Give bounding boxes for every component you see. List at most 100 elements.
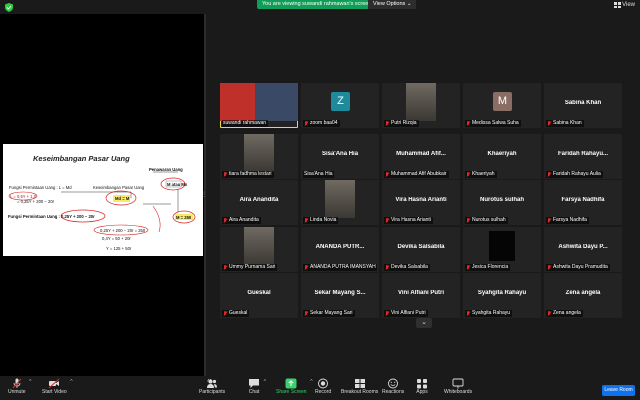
participant-name: Aira Anandita (229, 217, 259, 223)
participant-name: tiara fadhma lestari (229, 171, 272, 177)
mic-muted-icon (547, 121, 551, 126)
whiteboard-icon (452, 378, 464, 389)
next-page-chevron-icon[interactable]: ⌄ (416, 318, 432, 328)
participant-display-name: Aira Anandita (239, 197, 279, 203)
participant-name-label: Sabina Khan (546, 120, 584, 127)
participant-name-label: Ashwita Dayu Pramudita (546, 264, 610, 271)
participant-tile[interactable]: suwandi rahmawan (220, 83, 298, 128)
participant-display-name: Gueskal (247, 290, 271, 296)
start-video-label: Start Video (42, 389, 67, 395)
participant-tile[interactable]: Ashwita Dayu P... Ashwita Dayu Pramudita (544, 227, 622, 272)
participant-tile[interactable]: Zzoom baa04 (301, 83, 379, 128)
participant-display-name: Zena angela (565, 290, 601, 296)
apps-icon (417, 379, 427, 389)
participants-button[interactable]: 41 Participants (199, 378, 225, 395)
participant-name: Sabina Khan (553, 120, 582, 126)
apps-label: Apps (416, 389, 428, 395)
mic-muted-icon (385, 311, 389, 316)
participant-tile[interactable]: Vini Alfiani Putri Vini Alfiani Putri (382, 273, 460, 318)
participant-tile[interactable]: tiara fadhma lestari (220, 134, 298, 179)
participant-name: Vini Alfiani Putri (391, 310, 426, 316)
participant-name: Khaeriyah (472, 171, 495, 177)
mic-muted-icon (385, 265, 389, 270)
participant-tile[interactable]: Sisa'Ana Hia Sisa'Ana Hia (301, 134, 379, 179)
participant-tile[interactable]: M Medissa Salwa Suha (463, 83, 541, 128)
chevron-up-icon[interactable]: ^ (70, 379, 72, 385)
reactions-button[interactable]: Reactions (382, 378, 404, 395)
mic-muted-icon (304, 265, 308, 270)
participant-name-label: Khaeriyah (465, 171, 497, 178)
chat-label: Chat (248, 389, 260, 395)
participant-name: Farsya Nadhifa (553, 217, 587, 223)
participant-tile[interactable]: Jesica Florencia (463, 227, 541, 272)
participant-tile[interactable]: Syahgita Rahayu Syahgita Rahayu (463, 273, 541, 318)
breakout-rooms-label: Breakout Rooms (341, 389, 379, 395)
participant-tile[interactable]: Nurotus sulhah Nurotus sulhah (463, 180, 541, 225)
participant-tile[interactable]: Ummy Purnama Sari (220, 227, 298, 272)
mic-muted-icon (385, 121, 389, 126)
participant-tile[interactable]: Khaeriyah Khaeriyah (463, 134, 541, 179)
participant-name: Ummy Purnama Sari (229, 264, 276, 270)
mic-muted-icon (223, 172, 227, 177)
participant-name-label: suwandi rahmawan (222, 120, 269, 127)
participant-tile[interactable]: Vira Hasna Arianti Vira Hasna Arianti (382, 180, 460, 225)
participant-tile[interactable]: Gueskal Gueskal (220, 273, 298, 318)
view-button[interactable]: View (614, 2, 635, 8)
chevron-up-icon[interactable]: ^ (29, 379, 31, 385)
participant-tile[interactable]: Putri Rizqia (382, 83, 460, 128)
avatar: Z (331, 92, 350, 111)
participant-display-name: ANANDA PUTR... (315, 244, 365, 250)
participant-name-label: Putri Rizqia (384, 120, 419, 127)
start-video-button[interactable]: ^ Start Video (42, 378, 73, 395)
participant-tile[interactable]: Faridah Rahayu... Faridah Rahayu Aulia (544, 134, 622, 179)
mic-muted-icon (466, 172, 470, 177)
mic-muted-icon (547, 265, 551, 270)
chat-button[interactable]: ^ Chat (248, 378, 266, 395)
participant-name-label: Devika Salsabila (384, 264, 430, 271)
apps-button[interactable]: Apps (416, 378, 428, 395)
profile-photo (325, 180, 355, 218)
participant-tile[interactable]: Devika Salsabila Devika Salsabila (382, 227, 460, 272)
share-screen-button[interactable]: ^ Share Screen (276, 378, 313, 395)
mic-muted-icon (12, 378, 22, 389)
participant-display-name: Ashwita Dayu P... (558, 244, 608, 250)
participant-tile[interactable]: Linda Novia (301, 180, 379, 225)
participant-tile[interactable]: Muhammad Afif... Muhammad Afif Abubkair (382, 134, 460, 179)
chevron-up-icon[interactable]: ^ (264, 379, 266, 385)
participant-name: Muhammad Afif Abubkair (391, 171, 447, 177)
participants-count: 41 (207, 378, 213, 383)
participant-tile[interactable]: Sekar Mayang S... Sekar Mayang Sari (301, 273, 379, 318)
participant-display-name: Sisa'Ana Hia (321, 151, 359, 157)
participant-name-label: Farsya Nadhifa (546, 217, 589, 224)
participant-name-label: Linda Novia (303, 217, 339, 224)
slide-text: Penawaran Uang (149, 167, 183, 172)
viewing-screen-banner: You are viewing suwandi rahmawan's scree… (257, 0, 377, 9)
unmute-button[interactable]: ^ Unmute (8, 378, 32, 395)
breakout-rooms-icon (354, 379, 365, 388)
shared-slide: Keseimbangan Pasar Uang Fungsi Permintaa… (3, 144, 203, 256)
chevron-up-icon[interactable]: ^ (310, 379, 312, 385)
participant-tile[interactable]: Zena angela Zena angela (544, 273, 622, 318)
participant-tile[interactable]: Farsya Nadhifa Farsya Nadhifa (544, 180, 622, 225)
security-shield-icon[interactable] (5, 3, 13, 12)
participant-name-label: Ummy Purnama Sari (222, 264, 278, 271)
leave-room-button[interactable]: Leave Room (602, 385, 635, 396)
mic-muted-icon (223, 265, 227, 270)
participant-tile[interactable]: ANANDA PUTR... ANANDA PUTRA IMANSYAH (301, 227, 379, 272)
whiteboards-button[interactable]: Whiteboards (444, 378, 472, 395)
participant-tile[interactable]: Aira Anandita Aira Anandita (220, 180, 298, 225)
slide-title: Keseimbangan Pasar Uang (33, 154, 130, 163)
profile-photo (489, 231, 515, 261)
participant-name: Devika Salsabila (391, 264, 428, 270)
record-button[interactable]: Record (315, 378, 331, 395)
participant-tile[interactable]: Sabina Khan Sabina Khan (544, 83, 622, 128)
participant-name: Sekar Mayang Sari (310, 310, 353, 316)
slide-text: 0,25Y + 200 − 20r = 250 (100, 228, 146, 233)
mic-muted-icon (466, 218, 470, 223)
slide-text: Y = 125 + 50r (106, 246, 132, 251)
participant-name: Putri Rizqia (391, 120, 417, 126)
breakout-rooms-button[interactable]: Breakout Rooms (341, 378, 378, 395)
reactions-icon (388, 378, 399, 389)
view-options-button[interactable]: View Options ⌄ (368, 0, 417, 9)
share-screen-label: Share Screen (276, 389, 307, 395)
